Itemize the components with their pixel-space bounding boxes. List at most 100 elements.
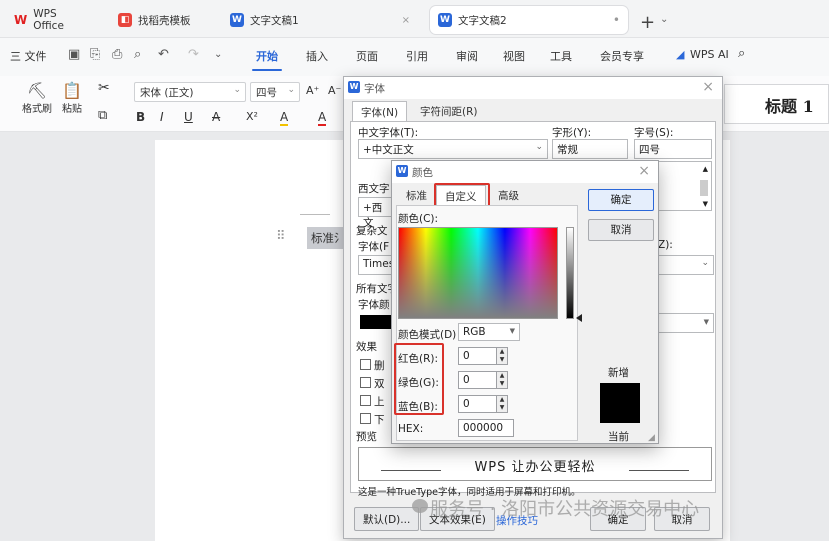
tab-standard[interactable]: 标准 bbox=[398, 185, 435, 205]
color-mode-select[interactable]: RGB ▼ bbox=[458, 323, 520, 341]
slider-arrow-icon[interactable] bbox=[576, 314, 582, 322]
highlight-frame bbox=[434, 183, 490, 207]
preview-box: WPS 让办公更轻松 bbox=[358, 447, 712, 481]
app-tab-wps-office[interactable]: W WPS Office bbox=[6, 6, 94, 34]
copy-icon[interactable]: ⧉ bbox=[98, 108, 107, 123]
spinner-icon[interactable]: ▲ ▼ bbox=[496, 348, 507, 364]
new-tab-button[interactable]: + bbox=[640, 12, 655, 33]
menu-reference[interactable]: 引用 bbox=[406, 48, 428, 64]
color-mode-label: 颜色模式(D) bbox=[398, 329, 457, 341]
resize-grip-icon[interactable]: ◢ bbox=[648, 433, 655, 443]
chevron-down-icon[interactable]: ⌄ bbox=[660, 14, 668, 25]
save-icon[interactable]: ▣ bbox=[68, 47, 80, 62]
menu-home[interactable]: 开始 bbox=[252, 48, 282, 71]
cn-font-select[interactable]: +中文正文 ⌄ bbox=[358, 139, 548, 159]
default-button[interactable]: 默认(D)... bbox=[354, 507, 420, 531]
style-label: 字形(Y): bbox=[552, 127, 592, 139]
menu-insert[interactable]: 插入 bbox=[306, 48, 328, 64]
menu-review[interactable]: 审阅 bbox=[456, 48, 478, 64]
font-color-button[interactable]: A bbox=[318, 110, 327, 126]
menu-view[interactable]: 视图 bbox=[503, 48, 525, 64]
tab-doc1[interactable]: W 文字文稿1 × bbox=[222, 6, 418, 34]
menu-file[interactable]: 三 文件 bbox=[10, 48, 47, 64]
close-icon[interactable]: × bbox=[402, 15, 410, 26]
tab-font[interactable]: 字体(N) bbox=[352, 101, 408, 121]
west-font-select[interactable]: +西文 bbox=[358, 197, 394, 229]
drag-handle-icon[interactable]: ⠿ bbox=[276, 229, 286, 244]
paste-button[interactable]: 📋 粘贴 bbox=[62, 81, 82, 116]
complex-size-label: Z): bbox=[658, 239, 673, 251]
writer-doc-icon: W bbox=[230, 13, 244, 27]
subscript-checkbox[interactable] bbox=[360, 413, 371, 424]
close-icon[interactable]: × bbox=[702, 79, 714, 95]
grow-font-button[interactable]: A⁺ bbox=[306, 84, 319, 97]
format-painter-button[interactable]: ⛏ 格式刷 bbox=[22, 81, 52, 116]
effect-label-2: 双 bbox=[374, 378, 385, 390]
undo-icon[interactable]: ↶ bbox=[158, 47, 169, 62]
red-input[interactable]: 0 ▲ ▼ bbox=[458, 347, 508, 365]
tab-label: 文字文稿1 bbox=[250, 14, 299, 27]
hex-input[interactable]: 000000 bbox=[458, 419, 514, 437]
brush-icon: ⛏ bbox=[26, 81, 48, 100]
chevron-down-icon[interactable]: ⌄ bbox=[214, 49, 222, 60]
highlight-button[interactable]: A bbox=[280, 110, 289, 126]
menu-member[interactable]: 会员专享 bbox=[600, 48, 644, 64]
redo-icon[interactable]: ↷ bbox=[188, 47, 199, 62]
italic-button[interactable]: I bbox=[160, 110, 164, 124]
print-preview-icon[interactable]: ⌕ bbox=[134, 47, 141, 62]
search-icon[interactable]: ⌕ bbox=[738, 46, 745, 61]
menu-tools[interactable]: 工具 bbox=[550, 48, 572, 64]
strikethrough-button[interactable]: A bbox=[212, 110, 220, 124]
complex-font-select[interactable]: Times bbox=[358, 255, 394, 275]
bold-button[interactable]: B bbox=[136, 110, 145, 124]
shrink-font-button[interactable]: A⁻ bbox=[328, 84, 341, 97]
preview-text: WPS 让办公更轻松 bbox=[474, 460, 596, 475]
font-dialog-title: 字体 bbox=[364, 83, 385, 95]
menu-wps-ai[interactable]: WPS AI bbox=[690, 48, 729, 61]
preview-line bbox=[629, 470, 689, 471]
export-pdf-icon[interactable]: ⎘ bbox=[90, 47, 100, 62]
print-icon[interactable]: ⎙ bbox=[112, 47, 122, 62]
style-input[interactable]: 常规 bbox=[552, 139, 628, 159]
scrollbar-thumb[interactable] bbox=[700, 180, 708, 196]
scroll-down-icon[interactable]: ▼ bbox=[703, 200, 708, 208]
cn-font-value: +中文正文 bbox=[363, 144, 414, 156]
font-name-select[interactable]: 宋体 (正文) ⌄ bbox=[134, 82, 246, 102]
heading-1-style[interactable]: 标题 1 bbox=[724, 84, 829, 124]
color-spectrum[interactable] bbox=[398, 227, 558, 319]
underline-button[interactable]: U bbox=[184, 110, 193, 124]
blue-input[interactable]: 0 ▲ ▼ bbox=[458, 395, 508, 413]
font-color-swatch[interactable] bbox=[360, 315, 392, 329]
cancel-button[interactable]: 取消 bbox=[588, 219, 654, 241]
tab-doc2[interactable]: W 文字文稿2 • bbox=[430, 6, 628, 34]
close-icon[interactable]: × bbox=[638, 163, 650, 179]
cut-icon[interactable]: ✂ bbox=[98, 80, 110, 96]
green-input[interactable]: 0 ▲ ▼ bbox=[458, 371, 508, 389]
tab-template[interactable]: ◧ 找稻壳模板 bbox=[110, 6, 214, 34]
tab-label: 找稻壳模板 bbox=[138, 14, 191, 27]
menu-page[interactable]: 页面 bbox=[356, 48, 378, 64]
scroll-up-icon[interactable]: ▲ bbox=[703, 165, 708, 173]
writer-doc-icon: W bbox=[396, 165, 408, 177]
tab-char-spacing[interactable]: 字符间距(R) bbox=[412, 101, 486, 121]
spinner-icon[interactable]: ▲ ▼ bbox=[496, 372, 507, 388]
double-strike-checkbox[interactable] bbox=[360, 377, 371, 388]
complex-size-select[interactable]: ⌄ bbox=[658, 255, 714, 275]
paste-label: 粘贴 bbox=[62, 104, 82, 115]
luminance-slider[interactable] bbox=[566, 227, 574, 319]
ok-button[interactable]: 确定 bbox=[588, 189, 654, 211]
blue-value: 0 bbox=[463, 398, 470, 410]
color-label: 颜色(C): bbox=[398, 213, 439, 225]
font-size-select[interactable]: 四号 ⌄ bbox=[250, 82, 300, 102]
spinner-icon[interactable]: ▲ ▼ bbox=[496, 396, 507, 412]
clipboard-icon: 📋 bbox=[62, 81, 82, 100]
strikethrough-checkbox[interactable] bbox=[360, 359, 371, 370]
superscript-button[interactable]: X² bbox=[246, 110, 258, 123]
tab-advanced[interactable]: 高级 bbox=[490, 185, 527, 205]
effects-label: 效果 bbox=[356, 341, 377, 353]
superscript-checkbox[interactable] bbox=[360, 395, 371, 406]
green-value: 0 bbox=[463, 374, 470, 386]
underline-color-select[interactable]: ▼ bbox=[658, 313, 714, 333]
unsaved-dot-icon: • bbox=[612, 13, 620, 27]
size-input[interactable]: 四号 bbox=[634, 139, 712, 159]
